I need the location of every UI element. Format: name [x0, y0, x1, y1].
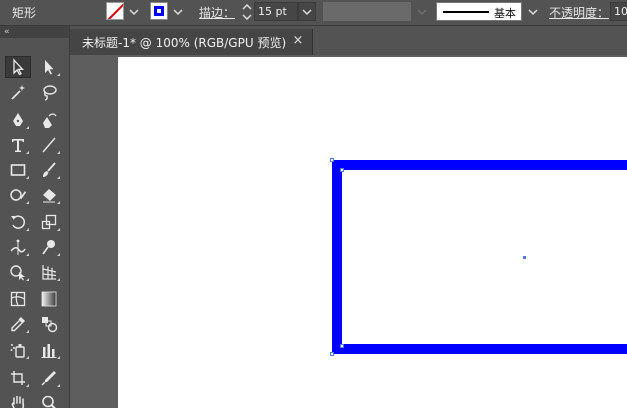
tools-panel: « — [0, 26, 70, 408]
close-icon[interactable]: × — [291, 34, 305, 48]
current-tool-label: 矩形 — [12, 6, 37, 20]
fill-dropdown-chevron-icon[interactable] — [129, 7, 139, 17]
zoom-tool-icon — [42, 395, 56, 408]
scale-tool[interactable] — [36, 211, 62, 233]
bounding-box-handle[interactable] — [330, 352, 334, 356]
hand-tool-icon — [11, 395, 25, 408]
document-tab-title: 未标题-1* @ 100% (RGB/GPU 预览) — [82, 36, 287, 50]
opacity-label[interactable]: 不透明度： — [549, 4, 609, 21]
paintbrush-tool-icon — [43, 162, 56, 177]
anchor-point[interactable] — [340, 168, 344, 172]
document-tab-bar: 未标题-1* @ 100% (RGB/GPU 预览) × — [70, 26, 627, 55]
artboard[interactable] — [118, 57, 627, 408]
lasso-tool-icon — [43, 85, 57, 101]
eraser-tool-icon — [43, 189, 56, 203]
bounding-box-handle[interactable] — [330, 158, 334, 162]
stroke-weight-dropdown[interactable] — [298, 2, 316, 21]
eyedropper-tool[interactable] — [5, 313, 31, 335]
artboard-tool-icon — [11, 371, 25, 385]
stroke-weight-input[interactable]: 15 pt — [254, 2, 298, 21]
rectangle-tool-icon — [10, 164, 26, 176]
slice-tool[interactable] — [36, 367, 62, 389]
blend-tool[interactable] — [36, 313, 62, 335]
pen-tool[interactable] — [5, 109, 31, 131]
shaper-tool-icon — [10, 189, 26, 201]
brush-dropdown-chevron-icon[interactable] — [528, 7, 538, 17]
rotate-tool-icon — [11, 215, 26, 229]
brush-stroke-preview — [443, 11, 489, 13]
stroke-dropdown-chevron-icon[interactable] — [173, 7, 183, 17]
symbol-sprayer-tool[interactable] — [5, 339, 31, 361]
shape-builder-tool-icon — [10, 265, 25, 281]
stroke-label[interactable]: 描边： — [199, 4, 235, 21]
paintbrush-tool[interactable] — [36, 159, 62, 181]
perspective-grid-tool-icon — [42, 265, 57, 280]
opacity-input[interactable]: 100% — [610, 2, 627, 21]
stroke-swatch-icon — [153, 5, 165, 17]
brush-definition-field[interactable]: 基本 — [436, 2, 522, 21]
mesh-tool[interactable] — [5, 288, 31, 310]
selected-rectangle[interactable] — [332, 160, 627, 354]
scale-tool-icon — [41, 214, 57, 230]
selection-tool[interactable] — [5, 56, 31, 78]
type-tool-icon — [12, 139, 24, 152]
variable-width-profile[interactable] — [323, 2, 411, 21]
symbol-sprayer-tool-icon — [10, 344, 25, 358]
stroke-weight-stepper-icon[interactable] — [241, 2, 253, 22]
profile-dropdown-chevron-icon[interactable] — [417, 7, 427, 17]
shape-builder-tool[interactable] — [5, 261, 31, 283]
curvature-tool-icon — [43, 113, 57, 128]
column-graph-tool-icon — [41, 344, 57, 358]
line-segment-tool-icon — [42, 137, 56, 153]
rotate-tool[interactable] — [5, 211, 31, 233]
direct-selection-tool-icon — [45, 60, 54, 75]
pen-tool-icon — [13, 113, 23, 126]
gradient-tool[interactable] — [36, 288, 62, 310]
blend-tool-icon — [42, 317, 58, 333]
lasso-tool[interactable] — [36, 81, 62, 103]
chevron-down-icon — [302, 9, 312, 16]
curvature-tool[interactable] — [36, 109, 62, 131]
column-graph-tool[interactable] — [36, 339, 62, 361]
fill-swatch[interactable] — [106, 2, 124, 20]
document-tab[interactable]: 未标题-1* @ 100% (RGB/GPU 预览) × — [70, 29, 313, 55]
perspective-grid-tool[interactable] — [36, 261, 62, 283]
zoom-tool[interactable] — [36, 392, 62, 408]
shaper-tool[interactable] — [5, 184, 31, 206]
puppet-warp-tool-icon — [42, 240, 55, 255]
control-bar: 矩形 描边： 15 pt 基本 不透明度： 10 — [0, 0, 627, 26]
artboard-tool[interactable] — [5, 367, 31, 389]
line-segment-tool[interactable] — [36, 134, 62, 156]
puppet-warp-tool[interactable] — [36, 236, 62, 258]
eyedropper-tool-icon — [11, 317, 25, 332]
stroke-swatch[interactable] — [150, 2, 168, 20]
direct-selection-tool[interactable] — [36, 56, 62, 78]
eraser-tool[interactable] — [36, 184, 62, 206]
anchor-point[interactable] — [340, 344, 344, 348]
none-swatch-icon — [107, 3, 123, 19]
selection-tool-icon — [13, 58, 24, 76]
width-tool[interactable] — [5, 236, 31, 258]
hand-tool[interactable] — [5, 392, 31, 408]
illustrator-window: 矩形 描边： 15 pt 基本 不透明度： 10 « 未标题-1* @ 100%… — [0, 0, 627, 408]
magic-wand-tool[interactable] — [5, 81, 31, 103]
gradient-tool-icon — [41, 291, 57, 307]
magic-wand-tool-icon — [11, 85, 25, 100]
rectangle-tool[interactable] — [5, 159, 31, 181]
canvas-area[interactable] — [70, 55, 627, 408]
tools-panel-collapse[interactable]: « — [0, 26, 69, 38]
type-tool[interactable] — [5, 134, 31, 156]
center-point — [523, 256, 526, 259]
width-tool-icon — [10, 239, 26, 255]
brush-name: 基本 — [494, 7, 516, 20]
slice-tool-icon — [41, 371, 56, 386]
mesh-tool-icon — [10, 291, 26, 307]
